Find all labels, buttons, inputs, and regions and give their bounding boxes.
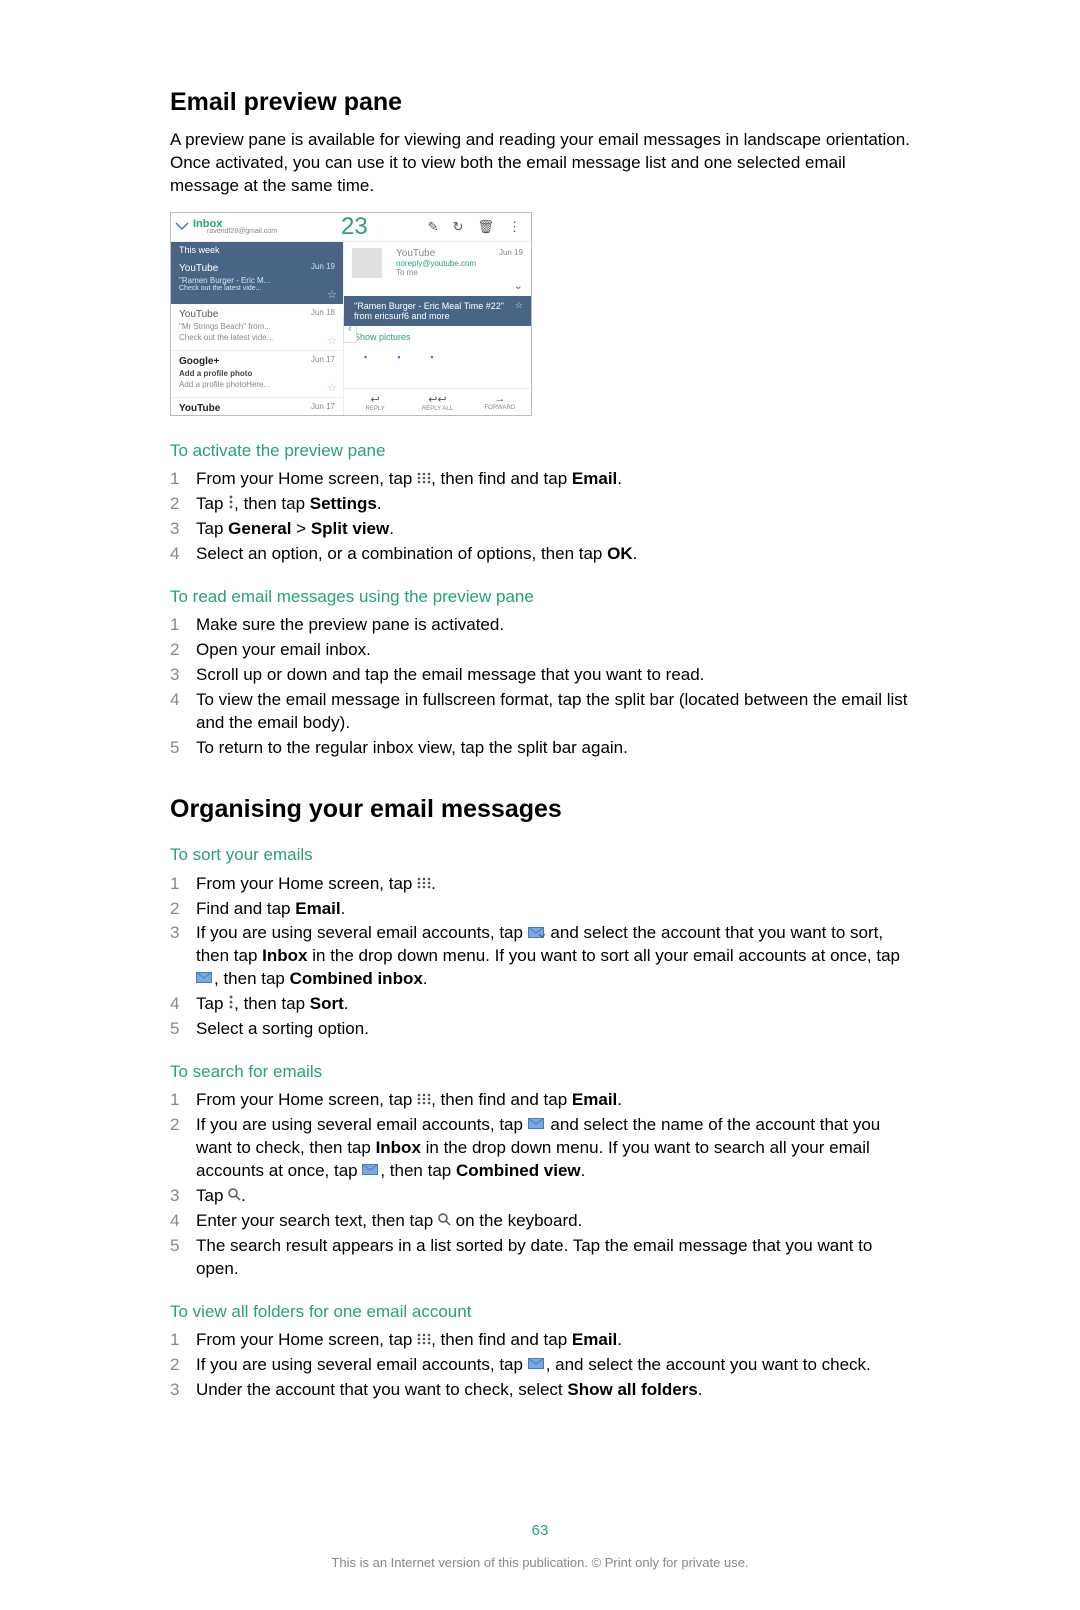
email-row: Google+ Jun 17 Add a profile photo Add a… xyxy=(171,351,343,398)
inbox-account-email: ravendf28@gmail.com xyxy=(207,228,277,235)
step: Select a sorting option. xyxy=(170,1018,910,1041)
apps-grid-icon xyxy=(417,1329,431,1352)
apps-grid-icon xyxy=(417,468,431,491)
envelope-dropdown-icon xyxy=(528,923,546,946)
procedure-title: To activate the preview pane xyxy=(170,440,910,462)
step: Make sure the preview pane is activated. xyxy=(170,614,910,637)
email-preview-screenshot: Inbox ravendf28@gmail.com 23 ✎ ↻ 🗑 ⋮ Thi… xyxy=(170,212,532,416)
image-placeholder: ▪ xyxy=(397,352,400,362)
step: Scroll up or down and tap the email mess… xyxy=(170,664,910,687)
procedure-title: To search for emails xyxy=(170,1061,910,1083)
star-icon: ☆ xyxy=(327,334,337,347)
star-icon: ☆ xyxy=(327,288,337,301)
step: Tap , then tap Settings. xyxy=(170,493,910,516)
step: To view the email message in fullscreen … xyxy=(170,689,910,735)
step: From your Home screen, tap , then find a… xyxy=(170,468,910,491)
refresh-icon: ↻ xyxy=(453,219,464,235)
email-row-selected: YouTube Jun 19 "Ramen Burger - Eric M...… xyxy=(171,258,343,304)
step: Under the account that you want to check… xyxy=(170,1379,910,1402)
procedure-title: To sort your emails xyxy=(170,844,910,866)
step: Select an option, or a combination of op… xyxy=(170,543,910,566)
compose-icon: ✎ xyxy=(428,219,439,235)
avatar xyxy=(352,248,382,278)
envelope-dropdown-icon xyxy=(528,1354,546,1377)
intro-paragraph: A preview pane is available for viewing … xyxy=(170,129,910,198)
step: From your Home screen, tap , then find a… xyxy=(170,1089,910,1112)
image-placeholder: ▪ xyxy=(364,352,367,362)
step: If you are using several email accounts,… xyxy=(170,922,910,991)
overflow-icon: ⋮ xyxy=(508,219,521,235)
step: To return to the regular inbox view, tap… xyxy=(170,737,910,760)
step: The search result appears in a list sort… xyxy=(170,1235,910,1281)
chevron-down-icon: ⌄ xyxy=(514,279,523,292)
envelope-dropdown-icon xyxy=(362,1160,380,1183)
reply-all-button: ↩↩REPLY ALL xyxy=(406,389,468,416)
step: Open your email inbox. xyxy=(170,639,910,662)
step: Enter your search text, then tap on the … xyxy=(170,1210,910,1233)
step: If you are using several email accounts,… xyxy=(170,1354,910,1377)
step: Find and tap Email. xyxy=(170,898,910,921)
email-subject-bar: "Ramen Burger - Eric Meal Time #22" from… xyxy=(344,296,531,326)
page-number: 63 xyxy=(170,1522,910,1539)
procedure-steps: From your Home screen, tap , then find a… xyxy=(170,1329,910,1402)
email-row: YouTube Jun 17 "SPEED (Card Game)" fr... xyxy=(171,398,343,416)
envelope-dropdown-icon xyxy=(196,968,214,991)
forward-button: →FORWARD xyxy=(469,389,531,416)
search-icon xyxy=(228,1185,241,1208)
step: From your Home screen, tap . xyxy=(170,873,910,896)
step: Tap . xyxy=(170,1185,910,1208)
star-icon: ☆ xyxy=(327,381,337,394)
section-title: Email preview pane xyxy=(170,88,910,117)
apps-grid-icon xyxy=(417,1089,431,1112)
reply-button: ↩REPLY xyxy=(344,389,406,416)
copyright-text: This is an Internet version of this publ… xyxy=(170,1555,910,1570)
envelope-dropdown-icon xyxy=(175,220,189,234)
procedure-title: To view all folders for one email accoun… xyxy=(170,1301,910,1323)
step: Tap , then tap Sort. xyxy=(170,993,910,1016)
email-row: YouTube Jun 18 "Mr Strings Beach" from..… xyxy=(171,304,343,351)
delete-icon: 🗑 xyxy=(477,219,494,235)
week-header: This week xyxy=(171,242,343,258)
procedure-title: To read email messages using the preview… xyxy=(170,586,910,608)
unread-count: 23 xyxy=(341,213,368,241)
procedure-steps: From your Home screen, tap , then find a… xyxy=(170,1089,910,1281)
search-icon xyxy=(438,1210,451,1233)
section-title: Organising your email messages xyxy=(170,795,910,824)
image-placeholder: ▪ xyxy=(430,352,433,362)
procedure-steps: Make sure the preview pane is activated.… xyxy=(170,614,910,760)
star-icon: ☆ xyxy=(515,300,523,311)
step: Tap General > Split view. xyxy=(170,518,910,541)
show-pictures-link: Show pictures xyxy=(344,326,531,348)
apps-grid-icon xyxy=(417,873,431,896)
step: From your Home screen, tap , then find a… xyxy=(170,1329,910,1352)
step: If you are using several email accounts,… xyxy=(170,1114,910,1183)
procedure-steps: From your Home screen, tap , then find a… xyxy=(170,468,910,566)
envelope-dropdown-icon xyxy=(528,1114,546,1137)
procedure-steps: From your Home screen, tap . Find and ta… xyxy=(170,873,910,1042)
